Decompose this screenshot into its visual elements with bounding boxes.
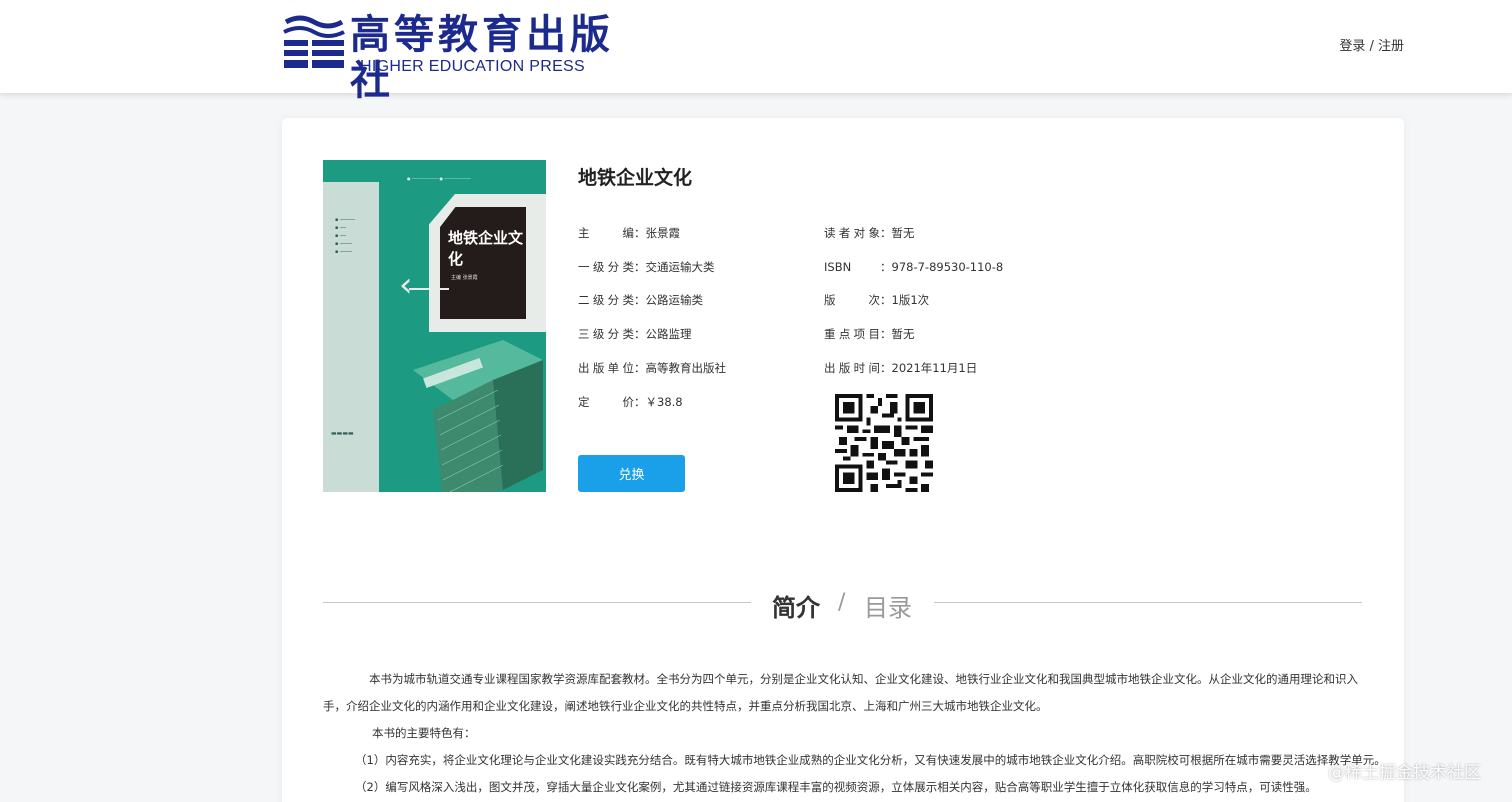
description-features-heading: 本书的主要特色有： xyxy=(372,726,476,740)
book-detail-card: ▪ ───── ▪ ── ▪ ── ▪ ──── ▪ ──── ▬▬▬▬ ● ─────… xyxy=(282,118,1404,802)
field-price: 定价：￥38.8 xyxy=(578,395,683,409)
field-label: 一级分类 xyxy=(578,260,634,274)
field-value: 张景霞 xyxy=(645,226,681,240)
field-publisher: 出版单位：高等教育出版社 xyxy=(578,361,727,375)
field-value: 暂无 xyxy=(891,226,915,240)
field-value: 2021年11月1日 xyxy=(891,361,978,375)
site-watermark: @稀土掘金技术社区 xyxy=(1328,763,1481,783)
description-feature-item: （2）编写风格深入浅出，图文并茂，穿插大量企业文化案例，尤其通过链接资源库课程丰… xyxy=(355,780,1317,794)
site-header: 高等教育出版社 HIGHER EDUCATION PRESS 登录 / 注册 xyxy=(0,0,1512,104)
cover-structure-illustration xyxy=(413,340,543,492)
description-feature-item: （1）内容充实，将企业文化理论与企业文化建设实践充分结合。既有特大城市地铁企业成… xyxy=(355,753,1386,767)
qr-code-icon xyxy=(835,394,933,492)
cover-left-panel: ▪ ───── ▪ ── ▪ ── ▪ ──── ▪ ──── ▬▬▬▬ xyxy=(323,160,379,492)
cover-author: 主编 张景霞 xyxy=(451,275,478,281)
cover-title: 地铁企业文化 xyxy=(448,229,524,268)
field-value: 公路运输类 xyxy=(645,293,704,307)
field-label: 主编 xyxy=(578,226,634,240)
logo-english-text: HIGHER EDUCATION PRESS xyxy=(360,58,585,75)
field-category-3: 三级分类：公路监理 xyxy=(578,327,692,341)
tab-separator: / xyxy=(838,590,846,615)
field-editor: 主编：张景霞 xyxy=(578,226,681,240)
field-value: 高等教育出版社 xyxy=(645,361,727,375)
field-edition: 版次：1版1次 xyxy=(824,293,930,307)
field-audience: 读者对象：暂无 xyxy=(824,226,915,240)
field-value: 交通运输大类 xyxy=(645,260,715,274)
publisher-logo[interactable]: 高等教育出版社 HIGHER EDUCATION PRESS xyxy=(280,12,630,104)
divider-right xyxy=(934,602,1362,603)
field-key-project: 重点项目：暂无 xyxy=(824,327,915,341)
field-label: 读者对象 xyxy=(824,226,880,240)
description-paragraph: 本书为城市轨道交通专业课程国家教学资源库配套教材。全书分为四个单元，分别是企业文… xyxy=(323,672,1358,713)
redeem-button[interactable]: 兑换 xyxy=(578,455,685,492)
field-label: 版次 xyxy=(824,293,880,307)
field-isbn: ISBN ：978-7-89530-110-8 xyxy=(824,260,1004,274)
field-publish-date: 出版时间：2021年11月1日 xyxy=(824,361,978,375)
field-label: 重点项目 xyxy=(824,327,880,341)
field-label: 出版单位 xyxy=(578,361,634,375)
cover-arrow-line xyxy=(409,288,449,290)
field-value: 978-7-89530-110-8 xyxy=(891,260,1004,274)
cover-publisher-mark: ▬▬▬▬ xyxy=(331,430,354,437)
cover-strip xyxy=(323,160,379,182)
cover-feature-lines: ▪ ───── ▪ ── ▪ ── ▪ ──── ▪ ──── xyxy=(335,217,356,255)
press-logo-icon xyxy=(283,15,345,68)
cover-arrow-icon: ‹ xyxy=(399,265,413,305)
field-value: 暂无 xyxy=(891,327,915,341)
book-description: 本书为城市轨道交通专业课程国家教学资源库配套教材。全书分为四个单元，分别是企业文… xyxy=(323,666,1386,801)
field-label: 二级分类 xyxy=(578,293,634,307)
tab-toc[interactable]: 目录 xyxy=(864,588,912,623)
login-register-link[interactable]: 登录 / 注册 xyxy=(1320,35,1404,54)
divider-left xyxy=(323,602,751,603)
book-cover-image: ▪ ───── ▪ ── ▪ ── ▪ ──── ▪ ──── ▬▬▬▬ ● ─────… xyxy=(323,160,546,492)
field-category-2: 二级分类：公路运输类 xyxy=(578,293,704,307)
field-label: 定价 xyxy=(578,395,634,409)
field-value: ￥38.8 xyxy=(645,395,683,409)
field-category-1: 一级分类：交通运输大类 xyxy=(578,260,715,274)
field-value: 公路监理 xyxy=(645,327,692,341)
field-label: 三级分类 xyxy=(578,327,634,341)
tab-intro[interactable]: 简介 xyxy=(772,588,820,623)
field-label: 出版时间 xyxy=(824,361,880,375)
field-label: ISBN xyxy=(824,260,852,274)
book-title: 地铁企业文化 xyxy=(578,167,693,189)
field-value: 1版1次 xyxy=(891,293,930,307)
cover-badges: ● ─────────── ● ─────────── xyxy=(407,176,471,181)
